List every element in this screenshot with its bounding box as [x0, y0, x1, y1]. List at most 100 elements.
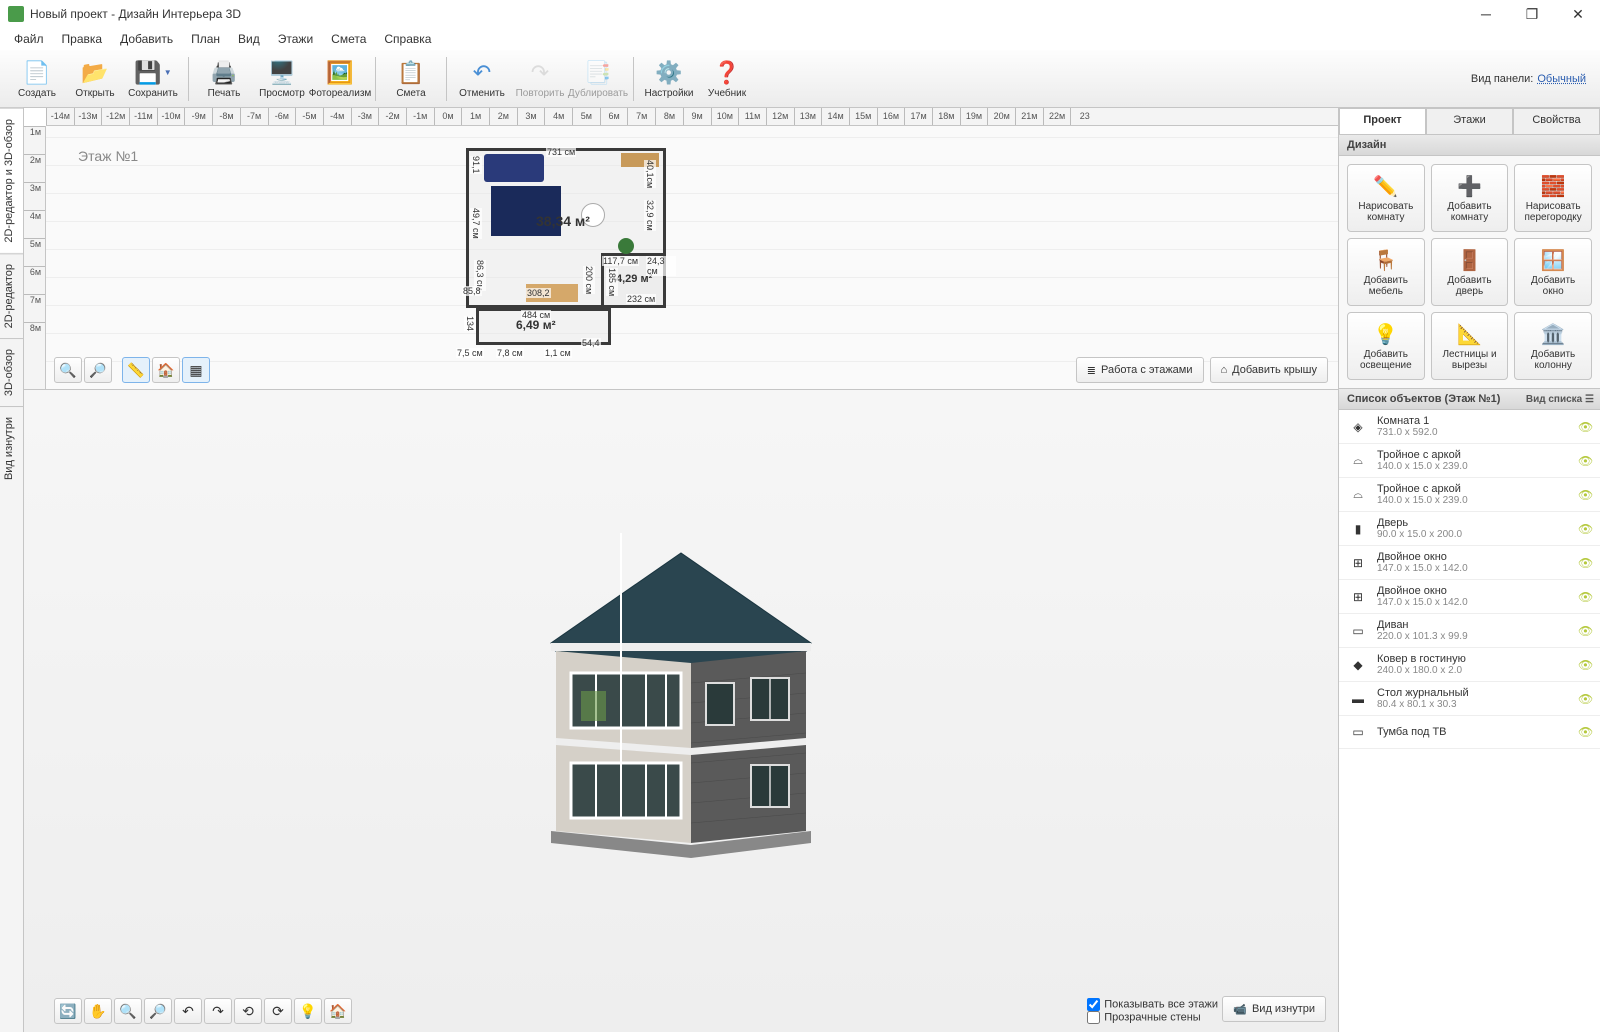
- design-мебель-button[interactable]: 🪑Добавитьмебель: [1347, 238, 1425, 306]
- print-icon: 🖨️: [210, 59, 238, 87]
- object-item[interactable]: ▭Тумба под ТВ👁: [1339, 716, 1600, 749]
- object-icon: ⌓: [1347, 450, 1369, 472]
- plant[interactable]: [618, 238, 634, 254]
- redo-icon: ↷: [526, 59, 554, 87]
- design-комнату-button[interactable]: ➕Добавитькомнату: [1431, 164, 1509, 232]
- minimize-button[interactable]: ─: [1472, 4, 1500, 24]
- design-перегородку-button[interactable]: 🧱Нарисоватьперегородку: [1514, 164, 1592, 232]
- canvas-2d[interactable]: Этаж №1: [46, 126, 1338, 389]
- design-комнату-button[interactable]: ✏️Нарисоватькомнату: [1347, 164, 1425, 232]
- area-main: 38,34 м²: [536, 213, 590, 229]
- visibility-icon[interactable]: 👁: [1578, 556, 1592, 570]
- orbit-left-icon[interactable]: ↶: [174, 998, 202, 1024]
- design-icon: 📐: [1456, 321, 1482, 347]
- view-inside-button[interactable]: 📹Вид изнутри: [1222, 996, 1326, 1022]
- vtab-2[interactable]: 3D-обзор: [0, 338, 23, 406]
- visibility-icon[interactable]: 👁: [1578, 658, 1592, 672]
- vtab-1[interactable]: 2D-редактор: [0, 253, 23, 338]
- objects-viewmode[interactable]: Вид списка ☰: [1526, 394, 1594, 405]
- menu-файл[interactable]: Файл: [6, 30, 52, 48]
- открыть-button[interactable]: 📂Открыть: [66, 53, 124, 105]
- menu-смета[interactable]: Смета: [323, 30, 374, 48]
- object-icon: ▮: [1347, 518, 1369, 540]
- orbit-right-icon[interactable]: ↷: [204, 998, 232, 1024]
- rtab-свойства[interactable]: Свойства: [1513, 108, 1600, 134]
- close-button[interactable]: ✕: [1564, 4, 1592, 24]
- objects-list[interactable]: ◈Комната 1731.0 x 592.0👁⌓Тройное с аркой…: [1339, 410, 1600, 1032]
- show-all-floors-checkbox[interactable]: Показывать все этажи: [1087, 998, 1218, 1011]
- создать-button[interactable]: 📄Создать: [8, 53, 66, 105]
- loop-left-icon[interactable]: ⟲: [234, 998, 262, 1024]
- visibility-icon[interactable]: 👁: [1578, 590, 1592, 604]
- light-icon[interactable]: 💡: [294, 998, 322, 1024]
- ruler-icon[interactable]: 📏: [122, 357, 150, 383]
- home-3d-icon[interactable]: 🏠: [324, 998, 352, 1024]
- настройки-button[interactable]: ⚙️Настройки: [640, 53, 698, 105]
- design-колонну-button[interactable]: 🏛️Добавитьколонну: [1514, 312, 1592, 380]
- menu-план[interactable]: План: [183, 30, 228, 48]
- visibility-icon[interactable]: 👁: [1578, 522, 1592, 536]
- zoom-out-3d-icon[interactable]: 🔍: [114, 998, 142, 1024]
- object-item[interactable]: ▬Стол журнальный80.4 x 80.1 x 30.3👁: [1339, 682, 1600, 716]
- visibility-icon[interactable]: 👁: [1578, 488, 1592, 502]
- floorplan[interactable]: 38,34 м² 4,29 м² 6,49 м² 731 см 40,1см 3…: [466, 148, 676, 368]
- visibility-icon[interactable]: 👁: [1578, 692, 1592, 706]
- toolbar: 📄Создать📂Открыть💾▼Сохранить🖨️Печать🖥️Про…: [0, 50, 1600, 108]
- учебник-button[interactable]: ❓Учебник: [698, 53, 756, 105]
- vtab-3[interactable]: Вид изнутри: [0, 406, 23, 490]
- zoom-out-icon[interactable]: 🔍: [54, 357, 82, 383]
- object-item[interactable]: ⌓Тройное с аркой140.0 x 15.0 x 239.0👁: [1339, 478, 1600, 512]
- menu-справка[interactable]: Справка: [376, 30, 439, 48]
- layers-icon: ≣: [1087, 364, 1096, 377]
- floors-button[interactable]: ≣Работа с этажами: [1076, 357, 1204, 383]
- view-3d[interactable]: 🔄 ✋ 🔍 🔎 ↶ ↷ ⟲ ⟳ 💡 🏠 Показывать все этажи…: [24, 390, 1338, 1032]
- object-item[interactable]: ⊞Двойное окно147.0 x 15.0 x 142.0👁: [1339, 546, 1600, 580]
- design-вырезы-button[interactable]: 📐Лестницы ивырезы: [1431, 312, 1509, 380]
- home-icon[interactable]: 🏠: [152, 357, 180, 383]
- panel-mode-link[interactable]: Обычный: [1537, 73, 1586, 85]
- house-3d-render[interactable]: [501, 533, 861, 863]
- object-item[interactable]: ◆Ковер в гостиную240.0 x 180.0 x 2.0👁: [1339, 648, 1600, 682]
- отменить-button[interactable]: ↶Отменить: [453, 53, 511, 105]
- menu-вид[interactable]: Вид: [230, 30, 268, 48]
- view-2d[interactable]: -14м-13м-12м-11м-10м-9м-8м-7м-6м-5м-4м-3…: [24, 108, 1338, 390]
- фотореализм-button[interactable]: 🖼️Фотореализм: [311, 53, 369, 105]
- design-дверь-button[interactable]: 🚪Добавитьдверь: [1431, 238, 1509, 306]
- object-item[interactable]: ▭Диван220.0 x 101.3 x 99.9👁: [1339, 614, 1600, 648]
- transparent-walls-checkbox[interactable]: Прозрачные стены: [1087, 1011, 1218, 1024]
- rtab-этажи[interactable]: Этажи: [1426, 108, 1513, 134]
- design-окно-button[interactable]: 🪟Добавитьокно: [1514, 238, 1592, 306]
- design-icon: 🪟: [1540, 247, 1566, 273]
- смета-button[interactable]: 📋Смета: [382, 53, 440, 105]
- grid-icon[interactable]: ▦: [182, 357, 210, 383]
- печать-button[interactable]: 🖨️Печать: [195, 53, 253, 105]
- rtab-проект[interactable]: Проект: [1339, 108, 1426, 134]
- zoom-in-icon[interactable]: 🔎: [84, 357, 112, 383]
- просмотр-button[interactable]: 🖥️Просмотр: [253, 53, 311, 105]
- zoom-in-3d-icon[interactable]: 🔎: [144, 998, 172, 1024]
- menu-добавить[interactable]: Добавить: [112, 30, 181, 48]
- maximize-button[interactable]: ❐: [1518, 4, 1546, 24]
- sofa[interactable]: [484, 154, 544, 182]
- roof-button[interactable]: ⌂Добавить крышу: [1210, 357, 1329, 383]
- design-icon: ✏️: [1373, 173, 1399, 199]
- pan-icon[interactable]: ✋: [84, 998, 112, 1024]
- сохранить-button[interactable]: 💾▼Сохранить: [124, 53, 182, 105]
- menu-правка[interactable]: Правка: [54, 30, 111, 48]
- area-entry: 6,49 м²: [516, 318, 556, 332]
- visibility-icon[interactable]: 👁: [1578, 420, 1592, 434]
- object-item[interactable]: ▮Дверь90.0 x 15.0 x 200.0👁: [1339, 512, 1600, 546]
- object-item[interactable]: ⌓Тройное с аркой140.0 x 15.0 x 239.0👁: [1339, 444, 1600, 478]
- save-icon: 💾▼: [139, 59, 167, 87]
- visibility-icon[interactable]: 👁: [1578, 624, 1592, 638]
- gear-icon: ⚙️: [655, 59, 683, 87]
- object-item[interactable]: ◈Комната 1731.0 x 592.0👁: [1339, 410, 1600, 444]
- design-освещение-button[interactable]: 💡Добавитьосвещение: [1347, 312, 1425, 380]
- design-icon: 🪑: [1373, 247, 1399, 273]
- object-item[interactable]: ⊞Двойное окно147.0 x 15.0 x 142.0👁: [1339, 580, 1600, 614]
- visibility-icon[interactable]: 👁: [1578, 725, 1592, 739]
- menu-этажи[interactable]: Этажи: [270, 30, 321, 48]
- loop-right-icon[interactable]: ⟳: [264, 998, 292, 1024]
- visibility-icon[interactable]: 👁: [1578, 454, 1592, 468]
- vtab-0[interactable]: 2D-редактор и 3D-обзор: [0, 108, 23, 253]
